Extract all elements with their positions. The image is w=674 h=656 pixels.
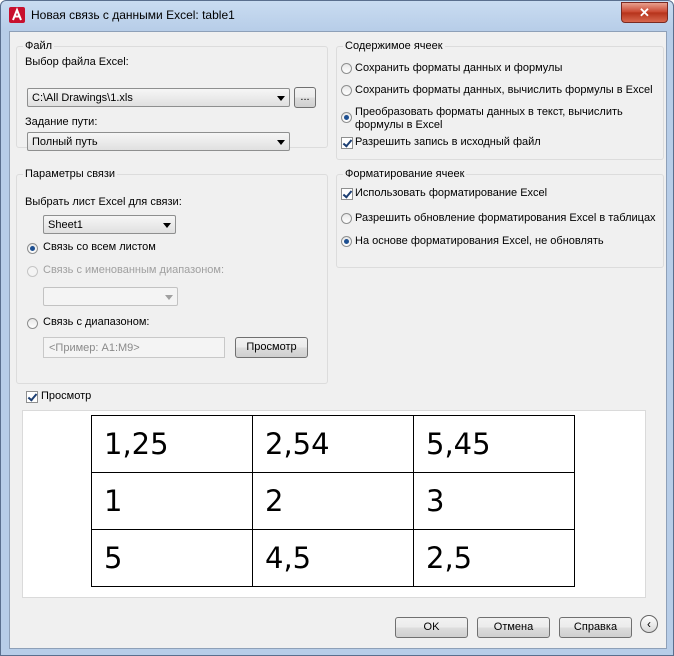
cell-formatting-group: Форматирование ячеек Использовать формат… bbox=[336, 168, 664, 268]
chevron-down-icon bbox=[163, 223, 171, 228]
file-group-title: Файл bbox=[23, 40, 55, 52]
named-range-combo bbox=[43, 287, 178, 306]
dialog-window: Новая связь с данными Excel: table1 ✕ Фа… bbox=[0, 0, 674, 656]
table-cell: 5 bbox=[91, 529, 253, 587]
table-row: 5 4,5 2,5 bbox=[91, 529, 575, 587]
range-input-placeholder: <Пример: A1:M9> bbox=[49, 342, 140, 354]
radio-named-range bbox=[27, 266, 38, 277]
allow-write-label[interactable]: Разрешить запись в исходный файл bbox=[355, 136, 541, 148]
radio-whole-sheet[interactable] bbox=[27, 243, 38, 254]
select-file-label: Выбор файла Excel: bbox=[25, 56, 129, 68]
radio-no-update[interactable] bbox=[341, 236, 352, 247]
radio-convert-text-label-2[interactable]: формулы в Excel bbox=[355, 119, 442, 131]
radio-keep-formulas[interactable] bbox=[341, 63, 352, 74]
use-excel-format-label[interactable]: Использовать форматирование Excel bbox=[355, 187, 547, 199]
collapse-arrow-icon[interactable]: ‹ bbox=[640, 615, 658, 633]
chevron-down-icon bbox=[165, 295, 173, 300]
radio-allow-update[interactable] bbox=[341, 213, 352, 224]
radio-allow-update-label[interactable]: Разрешить обновление форматирования Exce… bbox=[355, 212, 656, 224]
path-label: Задание пути: bbox=[25, 116, 98, 128]
table-cell: 2,54 bbox=[252, 415, 414, 473]
preview-checkbox[interactable] bbox=[26, 391, 38, 403]
browse-button[interactable]: ... bbox=[294, 87, 316, 108]
path-combo-value: Полный путь bbox=[32, 136, 98, 148]
path-combo[interactable]: Полный путь bbox=[27, 132, 290, 151]
link-params-title: Параметры связи bbox=[23, 168, 118, 180]
preview-checkbox-label[interactable]: Просмотр bbox=[41, 390, 91, 402]
link-params-group: Параметры связи Выбрать лист Excel для с… bbox=[16, 168, 328, 384]
file-combo[interactable]: C:\All Drawings\1.xls bbox=[27, 88, 290, 107]
file-combo-value: C:\All Drawings\1.xls bbox=[32, 92, 133, 104]
table-cell: 5,45 bbox=[413, 415, 575, 473]
table-cell: 3 bbox=[413, 472, 575, 530]
allow-write-checkbox[interactable] bbox=[341, 137, 353, 149]
radio-calc-in-excel[interactable] bbox=[341, 85, 352, 96]
sheet-combo-value: Sheet1 bbox=[48, 219, 83, 231]
use-excel-format-checkbox[interactable] bbox=[341, 188, 353, 200]
autocad-logo-icon bbox=[9, 7, 25, 23]
radio-convert-text[interactable] bbox=[341, 112, 352, 123]
close-button[interactable]: ✕ bbox=[621, 2, 668, 23]
ok-button[interactable]: OK bbox=[395, 617, 468, 638]
chevron-down-icon bbox=[277, 96, 285, 101]
sheet-combo[interactable]: Sheet1 bbox=[43, 215, 176, 234]
radio-named-range-label: Связь с именованным диапазоном: bbox=[43, 264, 225, 276]
radio-whole-sheet-label[interactable]: Связь со всем листом bbox=[43, 241, 156, 253]
window-title: Новая связь с данными Excel: table1 bbox=[31, 8, 235, 22]
radio-range[interactable] bbox=[27, 318, 38, 329]
radio-calc-in-excel-label[interactable]: Сохранить форматы данных, вычислить форм… bbox=[355, 84, 653, 96]
help-button[interactable]: Справка bbox=[559, 617, 632, 638]
preview-panel: 1,25 2,54 5,45 1 2 3 5 4,5 2,5 bbox=[22, 410, 646, 598]
radio-keep-formulas-label[interactable]: Сохранить форматы данных и формулы bbox=[355, 62, 562, 74]
cell-formatting-title: Форматирование ячеек bbox=[343, 168, 467, 180]
chevron-down-icon bbox=[277, 140, 285, 145]
preview-range-button[interactable]: Просмотр bbox=[235, 337, 308, 358]
table-cell: 1 bbox=[91, 472, 253, 530]
preview-table: 1,25 2,54 5,45 1 2 3 5 4,5 2,5 bbox=[91, 415, 575, 587]
table-cell: 1,25 bbox=[91, 415, 253, 473]
table-cell: 2 bbox=[252, 472, 414, 530]
table-cell: 4,5 bbox=[252, 529, 414, 587]
cell-contents-title: Содержимое ячеек bbox=[343, 40, 445, 52]
radio-convert-text-label-1[interactable]: Преобразовать форматы данных в текст, вы… bbox=[355, 106, 623, 118]
cancel-button[interactable]: Отмена bbox=[477, 617, 550, 638]
range-input[interactable]: <Пример: A1:M9> bbox=[43, 337, 225, 358]
radio-range-label[interactable]: Связь с диапазоном: bbox=[43, 316, 150, 328]
cell-contents-group: Содержимое ячеек Сохранить форматы данны… bbox=[336, 40, 664, 160]
sheet-label: Выбрать лист Excel для связи: bbox=[25, 196, 182, 208]
table-cell: 2,5 bbox=[413, 529, 575, 587]
file-group: Файл Выбор файла Excel: C:\All Drawings\… bbox=[16, 40, 328, 151]
title-bar[interactable]: Новая связь с данными Excel: table1 ✕ bbox=[1, 1, 673, 29]
radio-no-update-label[interactable]: На основе форматирования Excel, не обнов… bbox=[355, 235, 604, 247]
table-row: 1 2 3 bbox=[91, 472, 575, 530]
dialog-client: Файл Выбор файла Excel: C:\All Drawings\… bbox=[9, 31, 667, 649]
table-row: 1,25 2,54 5,45 bbox=[91, 415, 575, 473]
